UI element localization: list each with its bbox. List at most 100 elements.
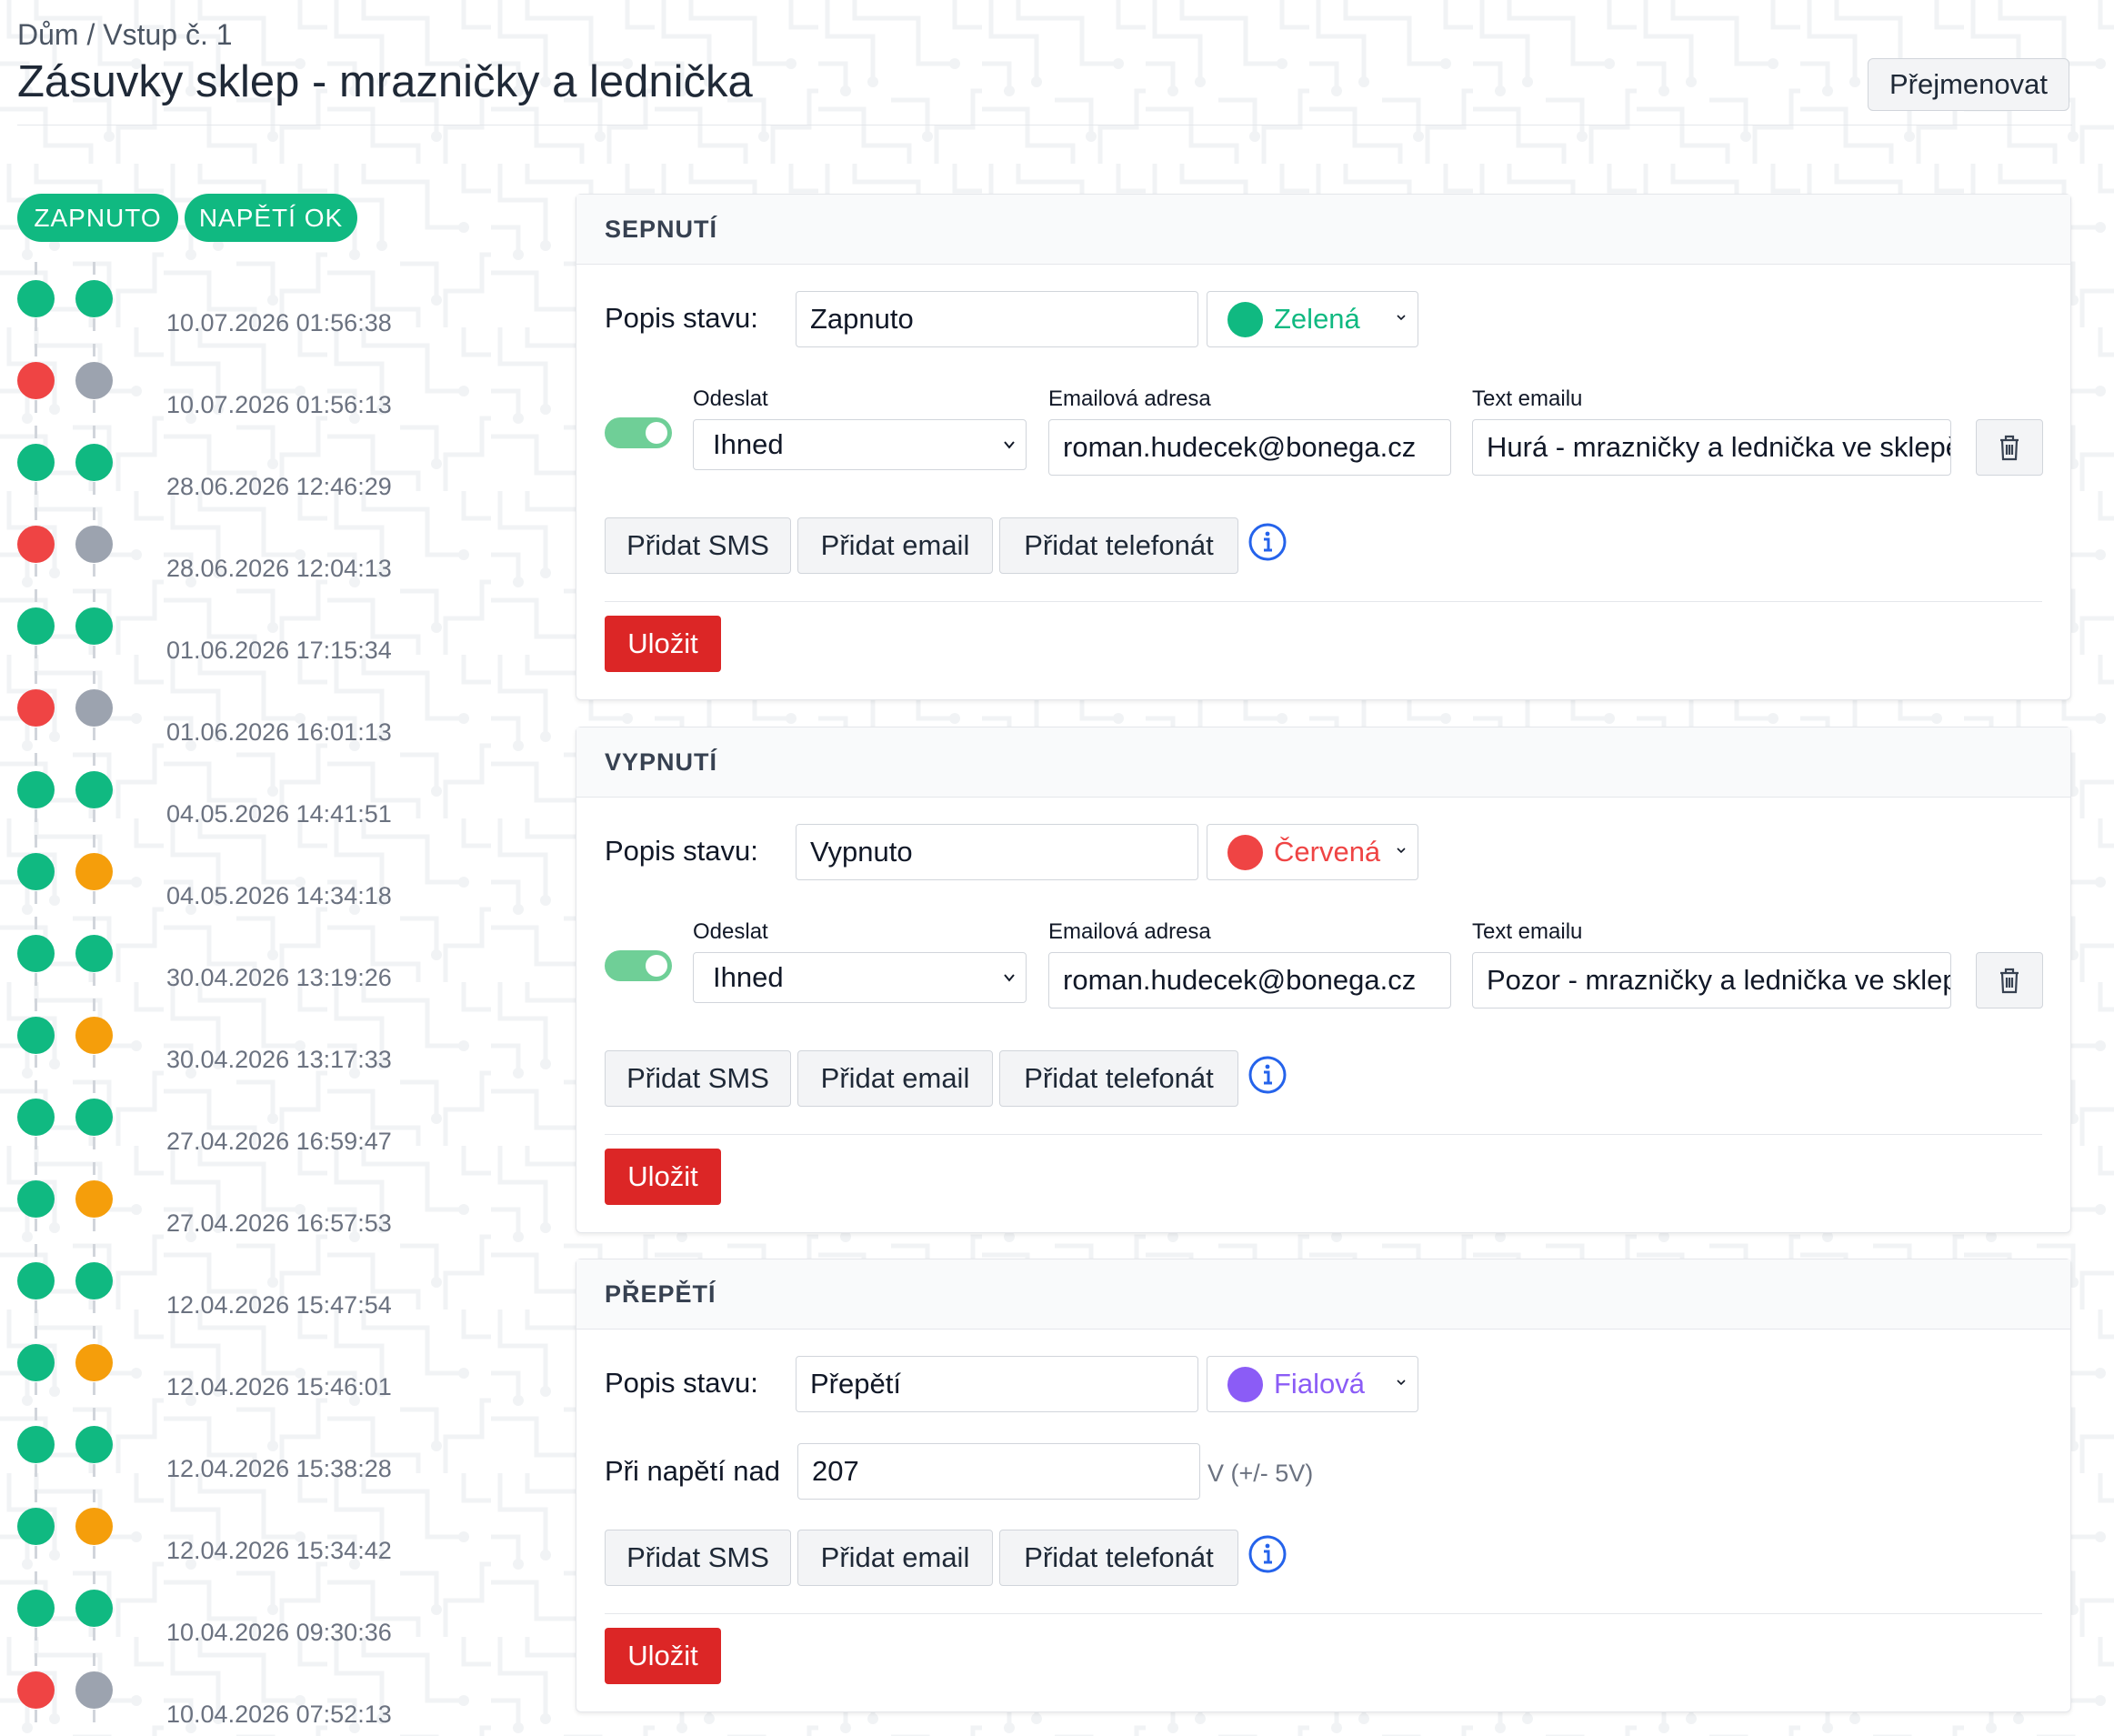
add-call-button[interactable]: Přidat telefonát <box>999 517 1238 574</box>
timeline-connector <box>93 1244 95 1257</box>
color-select[interactable]: Fialová <box>1207 1356 1418 1412</box>
state-dot <box>17 689 55 727</box>
timeline-connector <box>93 728 95 740</box>
add-sms-button[interactable]: Přidat SMS <box>605 517 791 574</box>
timeline-connector <box>35 1137 37 1149</box>
notification-toggle[interactable] <box>605 417 672 448</box>
toggle-knob <box>646 422 667 444</box>
history-row: 12.04.2026 15:38:28 <box>0 1400 546 1482</box>
add-call-button[interactable]: Přidat telefonát <box>999 1530 1238 1586</box>
timeline-connector <box>35 564 37 577</box>
history-row: 27.04.2026 16:59:47 <box>0 1073 546 1155</box>
state-dot <box>17 1099 55 1136</box>
timeline-connector <box>93 318 95 331</box>
history-time: 10.04.2026 09:30:36 <box>166 1619 392 1646</box>
email-text-input[interactable]: Pozor - mrazničky a lednička ve sklepě <box>1472 952 1951 1008</box>
voltage-unit: V (+/- 5V) <box>1207 1460 1314 1487</box>
color-select[interactable]: Zelená <box>1207 291 1418 347</box>
email-text-label: Text emailu <box>1472 386 1583 411</box>
add-sms-button[interactable]: Přidat SMS <box>605 1050 791 1107</box>
card-header: VYPNUTÍ <box>576 728 2070 798</box>
add-call-button[interactable]: Přidat telefonát <box>999 1050 1238 1107</box>
history-time: 01.06.2026 16:01:13 <box>166 718 392 746</box>
timeline-connector <box>35 917 37 929</box>
state-label: Popis stavu: <box>605 302 758 334</box>
chevron-down-icon <box>1004 441 1015 449</box>
state-dot <box>17 1508 55 1545</box>
breadcrumb[interactable]: Dům / Vstup č. 1 <box>17 18 233 52</box>
save-button[interactable]: Uložit <box>605 1149 721 1205</box>
rename-button[interactable]: Přejmenovat <box>1868 58 2069 111</box>
timeline-connector <box>35 1326 37 1339</box>
timeline-connector <box>35 835 37 848</box>
card-switch-off: VYPNUTÍ Popis stavu: Vypnuto Červená Ode… <box>576 727 2071 1233</box>
timeline-connector <box>93 835 95 848</box>
timeline-connector <box>35 809 37 822</box>
timeline-connector <box>35 728 37 740</box>
info-icon[interactable] <box>1247 522 1287 562</box>
delete-button[interactable] <box>1976 419 2043 476</box>
save-button[interactable]: Uložit <box>605 1628 721 1684</box>
card-divider <box>605 1134 2042 1135</box>
history-row: 27.04.2026 16:57:53 <box>0 1155 546 1237</box>
history-time: 30.04.2026 13:19:26 <box>166 964 392 991</box>
send-label: Odeslat <box>693 919 768 944</box>
state-input[interactable]: Zapnuto <box>796 291 1198 347</box>
timeline-connector <box>35 426 37 438</box>
timeline-connector <box>93 507 95 520</box>
timeline-connector <box>93 891 95 904</box>
voltage-dot <box>75 771 113 808</box>
history-time: 28.06.2026 12:46:29 <box>166 473 392 500</box>
history-row: 04.05.2026 14:34:18 <box>0 828 546 909</box>
trash-icon <box>2000 435 2019 461</box>
chevron-down-icon <box>1397 315 1406 321</box>
color-select[interactable]: Červená <box>1207 824 1418 880</box>
timeline-connector <box>35 589 37 602</box>
history-list: 10.07.2026 01:56:38 10.07.2026 01:56:13 28… <box>0 255 546 1728</box>
history-time: 28.06.2026 12:04:13 <box>166 555 392 582</box>
timeline-connector <box>93 1408 95 1420</box>
voltage-dot <box>75 362 113 399</box>
state-dot <box>17 607 55 645</box>
state-dot <box>17 1426 55 1463</box>
state-dot <box>17 853 55 890</box>
card-divider <box>605 601 2042 602</box>
timeline-connector <box>35 400 37 413</box>
email-text-input[interactable]: Hurá - mrazničky a lednička ve sklepě <box>1472 419 1951 476</box>
history-row: 28.06.2026 12:04:13 <box>0 500 546 582</box>
voltage-dot <box>75 1671 113 1709</box>
voltage-input[interactable]: 207 <box>797 1443 1200 1500</box>
timeline-connector <box>93 1137 95 1149</box>
state-input[interactable]: Vypnuto <box>796 824 1198 880</box>
toggle-knob <box>646 955 667 977</box>
timeline-connector <box>35 344 37 356</box>
history-row: 28.06.2026 12:46:29 <box>0 418 546 500</box>
email-text-label: Text emailu <box>1472 919 1583 944</box>
timeline-connector <box>93 753 95 766</box>
info-icon[interactable] <box>1247 1055 1287 1095</box>
delete-button[interactable] <box>1976 952 2043 1008</box>
add-email-button[interactable]: Přidat email <box>797 1050 993 1107</box>
status-badge-voltage: NAPĚTÍ OK <box>185 194 357 242</box>
save-button[interactable]: Uložit <box>605 616 721 672</box>
add-sms-button[interactable]: Přidat SMS <box>605 1530 791 1586</box>
timeline-connector <box>35 998 37 1011</box>
add-email-button[interactable]: Přidat email <box>797 1530 993 1586</box>
send-select[interactable]: Ihned <box>693 419 1027 470</box>
timeline-connector <box>93 1464 95 1477</box>
email-address-input[interactable]: roman.hudecek@bonega.cz <box>1048 952 1451 1008</box>
history-row: 30.04.2026 13:19:26 <box>0 909 546 991</box>
history-row: 10.04.2026 07:52:13 <box>0 1646 546 1728</box>
info-icon[interactable] <box>1247 1534 1287 1574</box>
timeline-connector <box>35 1408 37 1420</box>
voltage-dot <box>75 1262 113 1299</box>
add-email-button[interactable]: Přidat email <box>797 517 993 574</box>
notification-toggle[interactable] <box>605 950 672 981</box>
email-address-input[interactable]: roman.hudecek@bonega.cz <box>1048 419 1451 476</box>
timeline-connector <box>93 589 95 602</box>
send-select[interactable]: Ihned <box>693 952 1027 1003</box>
voltage-dot <box>75 607 113 645</box>
state-input[interactable]: Přepětí <box>796 1356 1198 1412</box>
color-swatch <box>1227 1366 1263 1402</box>
history-row: 10.07.2026 01:56:13 <box>0 336 546 418</box>
